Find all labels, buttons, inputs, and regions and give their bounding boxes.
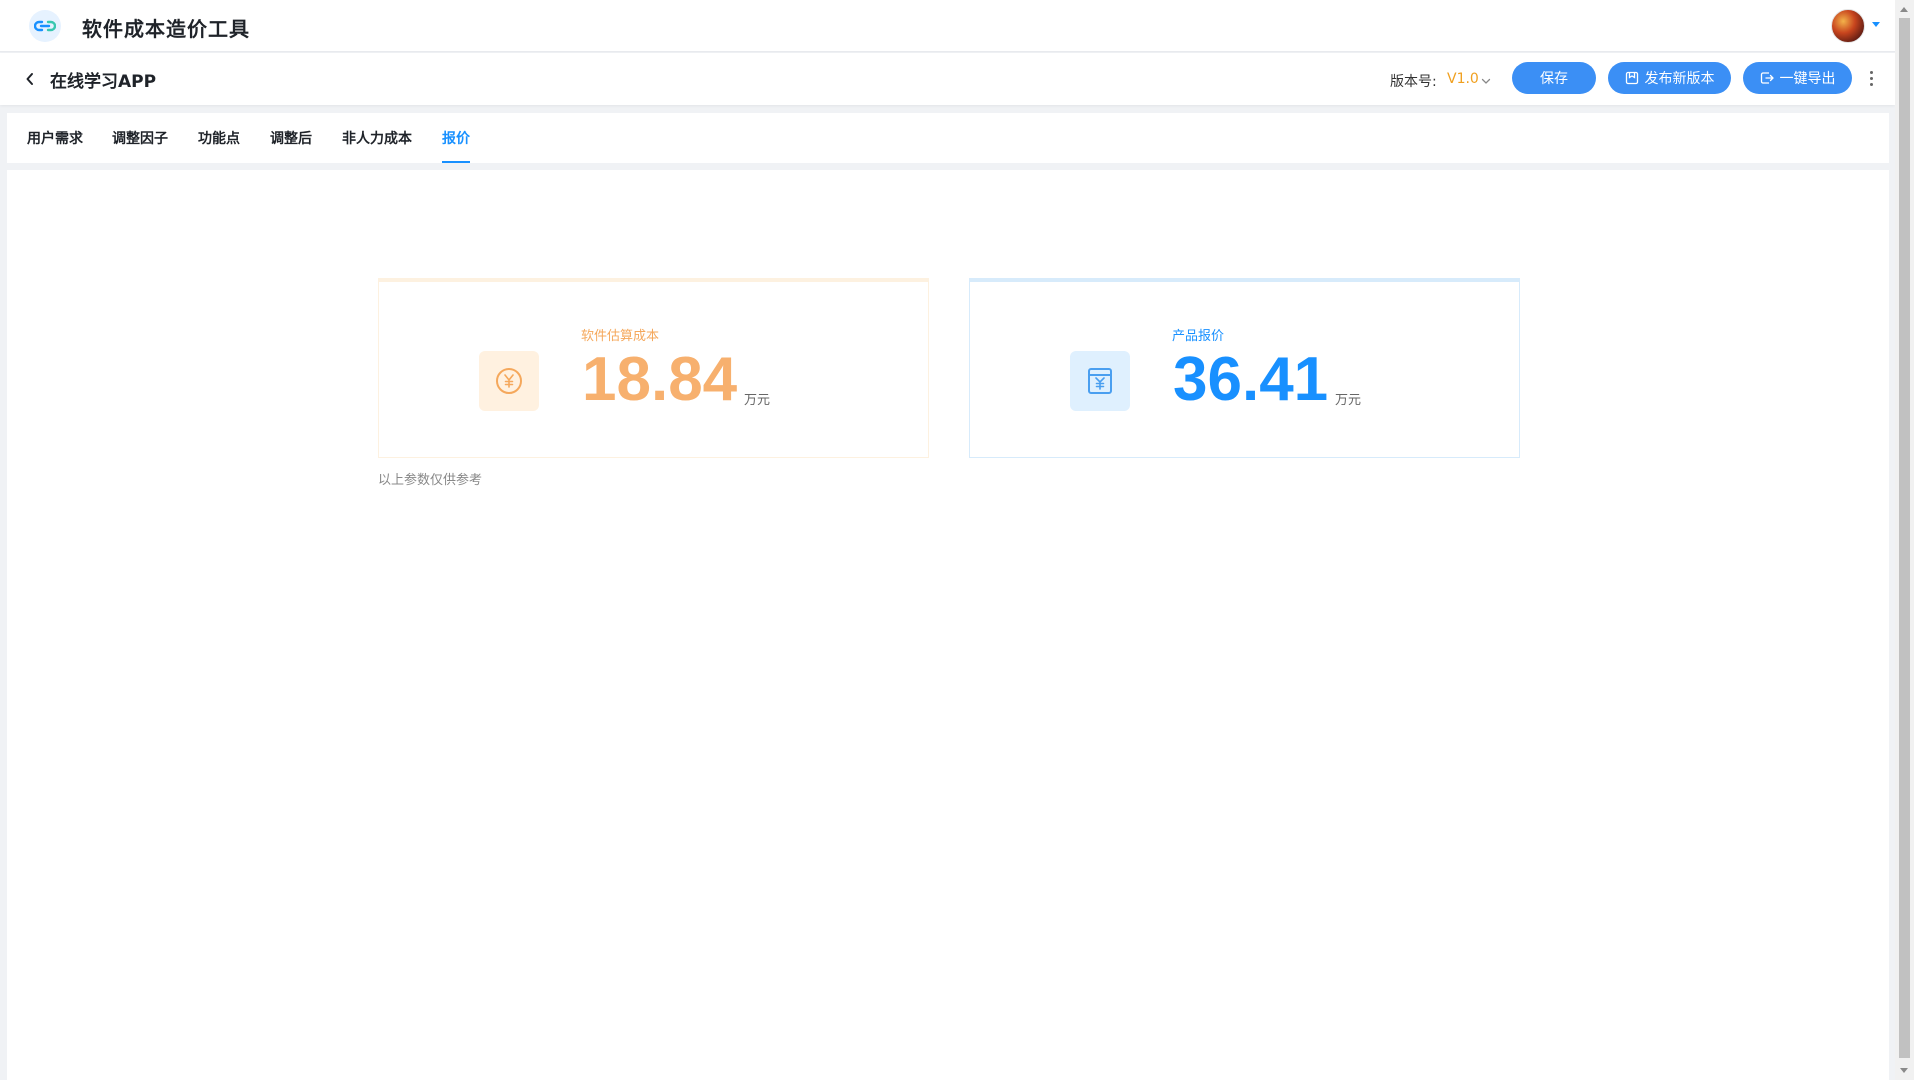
app-title: 软件成本造价工具 <box>82 17 250 41</box>
tab-user-requirements[interactable]: 用户需求 <box>27 113 83 163</box>
tab-quotation[interactable]: 报价 <box>442 113 470 163</box>
estimated-cost-unit: 万元 <box>744 393 771 408</box>
product-quote-value: 36.41 <box>1173 345 1329 414</box>
scroll-down-icon[interactable] <box>1900 1068 1908 1073</box>
estimated-cost-card: 软件估算成本 18.84 万元 <box>378 278 929 458</box>
app-bar: 软件成本造价工具 <box>0 0 1895 52</box>
tab-adjustment-factors[interactable]: 调整因子 <box>112 113 168 163</box>
tab-bar: 用户需求 调整因子 功能点 调整后 非人力成本 报价 <box>7 113 1889 163</box>
reference-note: 以上参数仅供参考 <box>378 473 483 488</box>
scrollbar-thumb[interactable] <box>1899 18 1910 1058</box>
tab-function-points[interactable]: 功能点 <box>198 113 240 163</box>
page-scrollbar[interactable] <box>1895 0 1914 1080</box>
export-button-label: 一键导出 <box>1779 71 1836 87</box>
version-label: 版本号: <box>1390 74 1437 90</box>
tab-non-labor-cost[interactable]: 非人力成本 <box>342 113 412 163</box>
project-title: 在线学习APP <box>50 72 157 92</box>
chevron-down-icon[interactable] <box>1480 72 1492 84</box>
publish-icon <box>1625 71 1638 85</box>
user-avatar[interactable] <box>1831 9 1865 43</box>
main-content: 软件估算成本 18.84 万元 产品报价 36.41 万元 以上参数仅供参考 <box>7 170 1889 1080</box>
more-options-icon[interactable] <box>1866 68 1876 88</box>
export-button[interactable]: 一键导出 <box>1743 62 1852 94</box>
export-icon <box>1760 72 1774 84</box>
scroll-up-icon[interactable] <box>1900 7 1908 12</box>
product-quote-unit: 万元 <box>1335 393 1362 408</box>
product-quote-card: 产品报价 36.41 万元 <box>969 278 1520 458</box>
yen-coin-icon <box>479 351 539 411</box>
save-button-label: 保存 <box>1540 71 1568 87</box>
estimated-cost-value: 18.84 <box>582 345 738 414</box>
project-header: 在线学习APP 版本号: V1.0 保存 发布新版本 一键导出 <box>0 53 1895 105</box>
publish-button-label: 发布新版本 <box>1644 71 1715 87</box>
back-chevron-icon[interactable] <box>20 69 40 89</box>
estimated-cost-label: 软件估算成本 <box>581 329 660 344</box>
tab-adjusted[interactable]: 调整后 <box>270 113 312 163</box>
yen-invoice-icon <box>1070 351 1130 411</box>
version-select[interactable]: V1.0 <box>1447 71 1479 87</box>
save-button[interactable]: 保存 <box>1512 62 1596 94</box>
caret-down-icon[interactable] <box>1872 22 1880 27</box>
app-logo-icon <box>29 10 61 42</box>
publish-version-button[interactable]: 发布新版本 <box>1608 62 1731 94</box>
product-quote-label: 产品报价 <box>1172 329 1225 344</box>
